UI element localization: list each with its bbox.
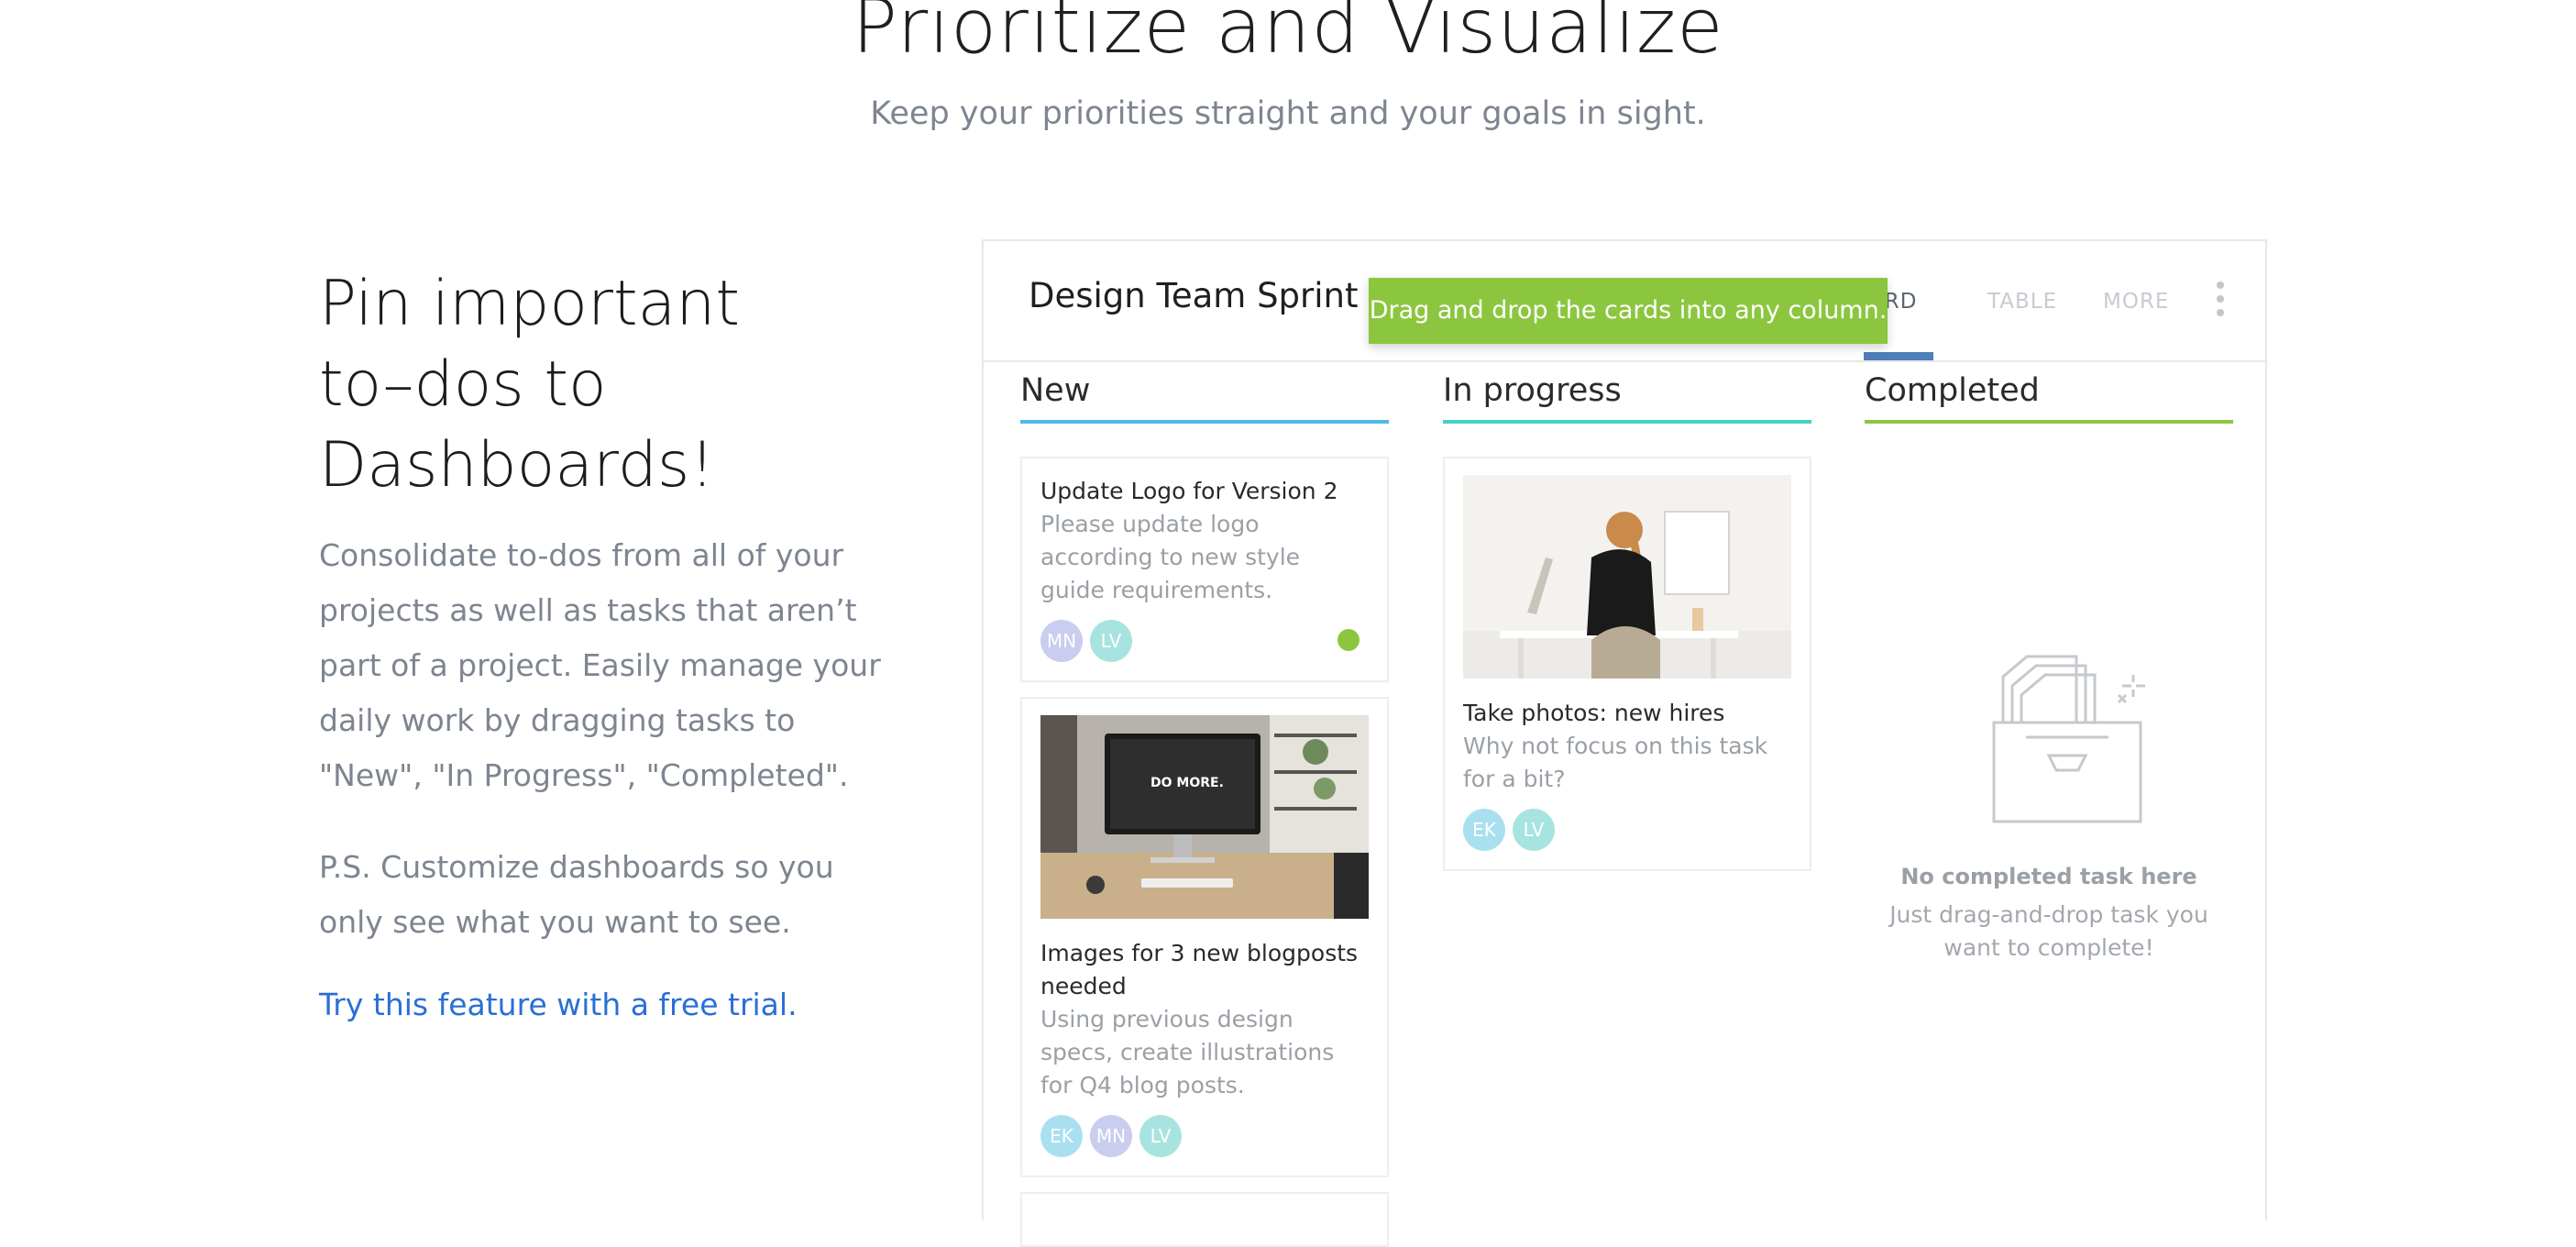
task-card[interactable]: DO MORE. Images for 3 new blogposts need… — [1020, 697, 1389, 1177]
column-underline — [1443, 420, 1811, 424]
column-completed: Completed No completed task here Just dr… — [1865, 365, 2233, 961]
column-title: In progress — [1443, 372, 1622, 409]
column-title: New — [1020, 372, 1091, 409]
empty-state: No completed task here Just drag-and-dro… — [1865, 649, 2233, 965]
empty-state-title: No completed task here — [1900, 864, 2197, 889]
feature-ps: P.S. Customize dashboards so you only se… — [319, 849, 834, 940]
board-title: Design Team Sprint — [1029, 276, 1359, 315]
free-trial-link[interactable]: Try this feature with a free trial. — [319, 987, 887, 1022]
avatar[interactable]: MN — [1040, 620, 1083, 662]
card-title: Images for 3 new blogposts needed — [1040, 940, 1359, 999]
card-assignees: MN LV — [1040, 620, 1369, 664]
feature-heading-line: Dashboards! — [319, 429, 715, 502]
dashboard-board: Design Team Sprint ARD TABLE MORE Drag a… — [982, 239, 2267, 1247]
board-header: Design Team Sprint ARD TABLE MORE Drag a… — [984, 241, 2265, 362]
avatar[interactable]: LV — [1513, 809, 1555, 851]
empty-inbox-icon — [1992, 655, 2145, 823]
empty-state-text: Just drag-and-drop task you want to comp… — [1889, 901, 2208, 961]
column-underline — [1865, 420, 2233, 424]
avatar[interactable]: EK — [1463, 809, 1505, 851]
card-title: Take photos: new hires — [1463, 700, 1725, 726]
column-in-progress: In progress Take photos: new hires Why n… — [1443, 365, 1811, 871]
hero-title: Prioritize and Visualize — [852, 0, 1724, 71]
screen-text: DO MORE. — [1150, 776, 1224, 790]
avatar[interactable]: LV — [1139, 1115, 1182, 1157]
avatar[interactable]: LV — [1090, 620, 1132, 662]
drag-drop-tooltip: Drag and drop the cards into any column. — [1369, 278, 1888, 344]
hero-subtitle: Keep your priorities straight and your g… — [870, 95, 1706, 132]
card-assignees: EK MN LV — [1040, 1115, 1369, 1159]
woman-at-desk-photo — [1463, 475, 1791, 679]
active-tab-indicator — [1864, 352, 1933, 360]
feature-paragraph: Consolidate to-dos from all of your proj… — [319, 537, 881, 793]
column-new: New Update Logo for Version 2 Please upd… — [1020, 365, 1389, 1247]
column-title: Completed — [1865, 372, 2040, 409]
card-title: Update Logo for Version 2 — [1040, 478, 1338, 504]
more-options-icon[interactable] — [2217, 281, 2226, 323]
feature-description: Pin important to–dos to Dashboards! Cons… — [319, 264, 887, 1022]
card-assignees: EK LV — [1463, 809, 1791, 853]
desk-computer-photo: DO MORE. — [1040, 715, 1369, 919]
card-description: Please update logo according to new styl… — [1040, 511, 1301, 603]
column-underline — [1020, 420, 1389, 424]
feature-heading-line: to–dos to — [319, 348, 607, 421]
feature-heading: Pin important to–dos to Dashboards! — [319, 264, 887, 506]
avatar[interactable]: EK — [1040, 1115, 1083, 1157]
avatar[interactable]: MN — [1090, 1115, 1132, 1157]
tab-more[interactable]: MORE — [2103, 290, 2169, 314]
task-card[interactable]: Take photos: new hires Why not focus on … — [1443, 457, 1811, 871]
card-description: Using previous design specs, create illu… — [1040, 1006, 1335, 1098]
task-card[interactable] — [1020, 1192, 1389, 1247]
task-card[interactable]: Update Logo for Version 2 Please update … — [1020, 457, 1389, 682]
card-description: Why not focus on this task for a bit? — [1463, 733, 1768, 792]
status-dot-icon — [1338, 629, 1360, 651]
feature-heading-line: Pin important — [319, 268, 741, 340]
tab-table[interactable]: TABLE — [1987, 290, 2057, 314]
